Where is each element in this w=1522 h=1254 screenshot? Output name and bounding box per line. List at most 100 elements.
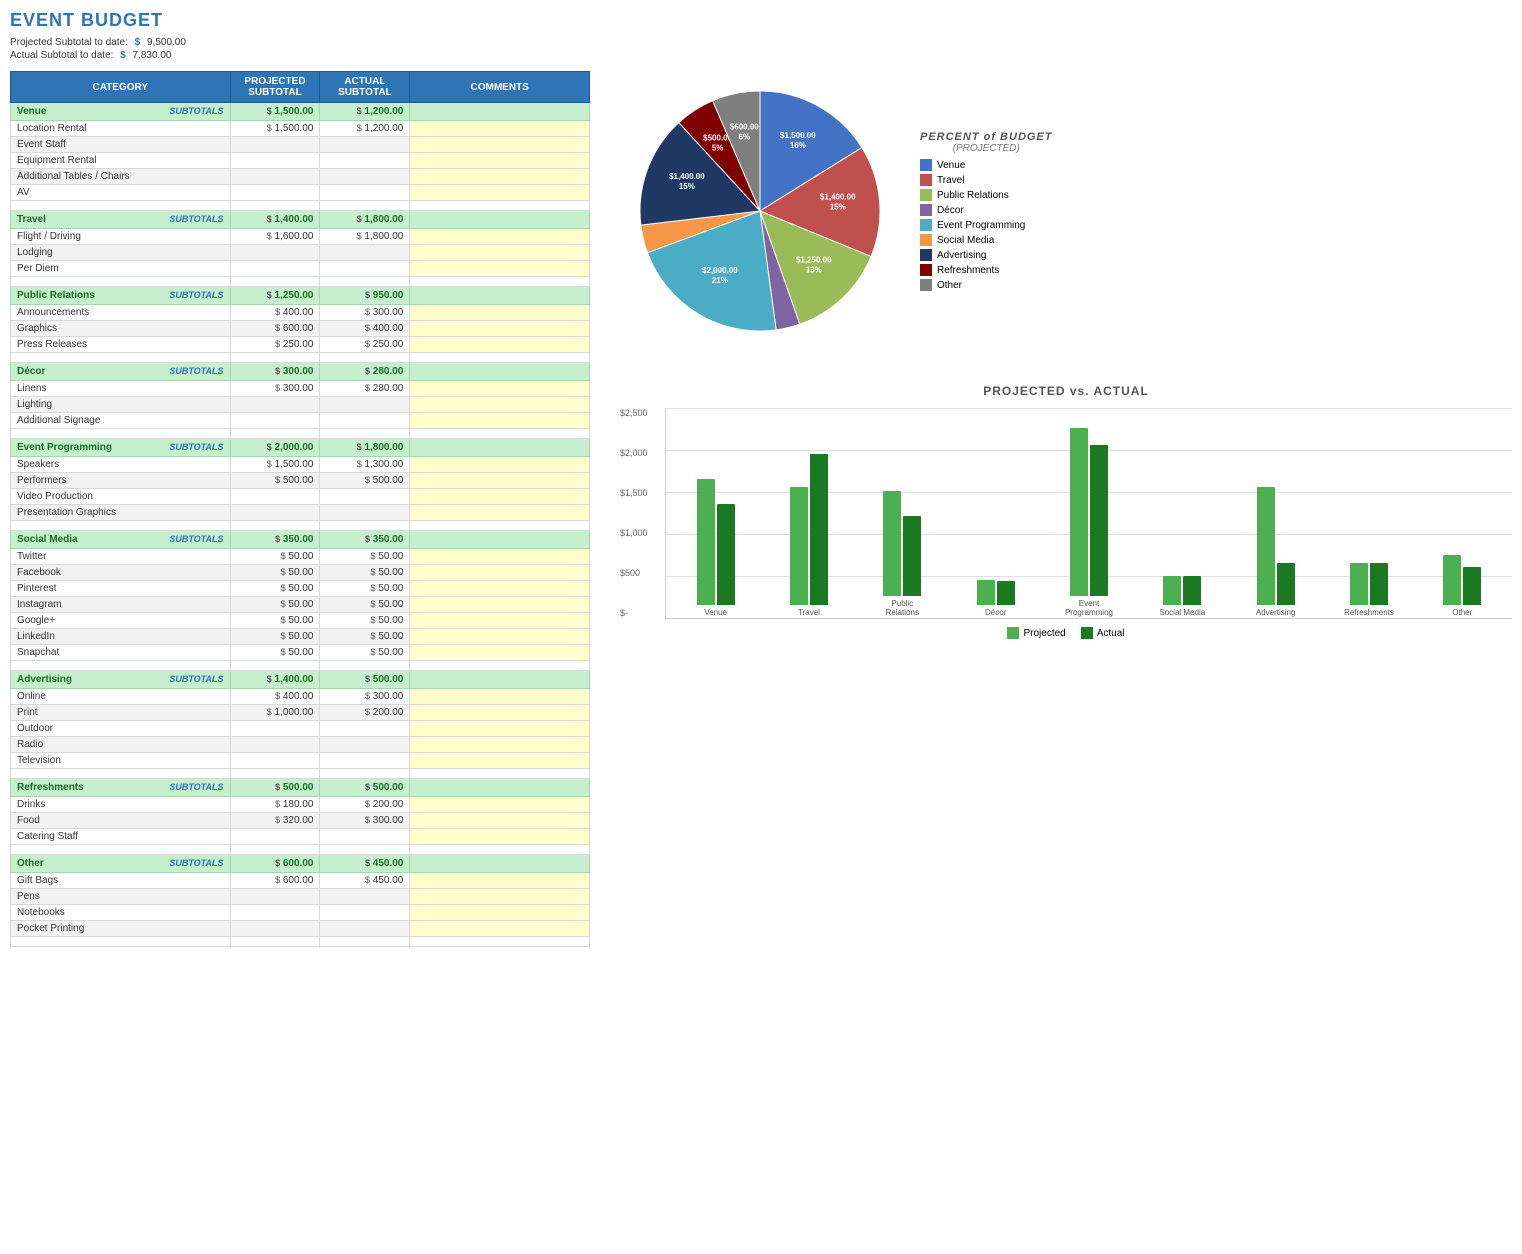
table-row: Pens: [11, 889, 590, 905]
actual-label: Actual Subtotal to date:: [10, 50, 113, 61]
projected-bar: [697, 479, 715, 605]
projected-label: Projected Subtotal to date:: [10, 37, 128, 48]
actual-bar: [1183, 576, 1201, 605]
projected-bar: [1163, 576, 1181, 605]
table-row: Print$ 1,000.00$ 200.00: [11, 705, 590, 721]
section-header-refreshments: Refreshments SUBTOTALS$ 500.00$ 500.00: [11, 779, 590, 797]
table-row: Notebooks: [11, 905, 590, 921]
empty-row: [11, 661, 590, 671]
charts-panel: $1,500.0016%$1,400.0015%$1,250.0013%$2,0…: [610, 71, 1512, 947]
section-header-venue: Venue SUBTOTALS$ 1,500.00$ 1,200.00: [11, 103, 590, 121]
section-header-other: Other SUBTOTALS$ 600.00$ 450.00: [11, 855, 590, 873]
projected-bar: [1257, 487, 1275, 605]
empty-row: [11, 769, 590, 779]
table-row: Speakers$ 1,500.00$ 1,300.00: [11, 457, 590, 473]
empty-row: [11, 277, 590, 287]
bar-group-label: Other: [1452, 608, 1472, 618]
legend-item-advertising: Advertising: [920, 249, 1053, 261]
bar-chart-bars: VenueTravelPublic RelationsDécorEvent Pr…: [666, 408, 1512, 618]
actual-bar: [903, 516, 921, 596]
projected-legend-label: Projected: [1023, 628, 1065, 639]
actual-bar: [1370, 563, 1388, 605]
bar-group-label: Public Relations: [875, 599, 930, 618]
page-title: EVENT BUDGET: [10, 10, 1512, 31]
bar-group-label: Event Programming: [1061, 599, 1116, 618]
section-header-social-media: Social Media SUBTOTALS$ 350.00$ 350.00: [11, 531, 590, 549]
bar-group-label: Refreshments: [1344, 608, 1394, 618]
actual-value: 7,830.00: [133, 50, 172, 61]
bar-group-décor: Décor: [951, 580, 1040, 618]
empty-row: [11, 937, 590, 947]
pie-chart-wrapper: $1,500.0016%$1,400.0015%$1,250.0013%$2,0…: [620, 71, 900, 354]
table-row: Location Rental$ 1,500.00$ 1,200.00: [11, 121, 590, 137]
legend-item-refreshments: Refreshments: [920, 264, 1053, 276]
bar-group-public-relations: Public Relations: [858, 491, 947, 618]
empty-row: [11, 521, 590, 531]
actual-subtotal: Actual Subtotal to date: $ 7,830.00: [10, 50, 1512, 61]
table-row: Lodging: [11, 245, 590, 261]
table-row: Equipment Rental: [11, 153, 590, 169]
table-row: Pinterest$ 50.00$ 50.00: [11, 581, 590, 597]
table-row: Presentation Graphics: [11, 505, 590, 521]
col-header-actual: ACTUAL SUBTOTAL: [320, 72, 410, 103]
projected-bar: [1350, 563, 1368, 605]
table-row: Gift Bags$ 600.00$ 450.00: [11, 873, 590, 889]
legend-item-social-media: Social Media: [920, 234, 1053, 246]
page-container: EVENT BUDGET Projected Subtotal to date:…: [10, 10, 1512, 947]
actual-bar: [1090, 445, 1108, 596]
section-header-décor: Décor SUBTOTALS$ 300.00$ 280.00: [11, 363, 590, 381]
bar-group-label: Travel: [798, 608, 820, 618]
projected-legend-color: [1007, 627, 1019, 639]
legend-item-travel: Travel: [920, 174, 1053, 186]
bar-group-label: Social Media: [1159, 608, 1205, 618]
legend-item-venue: Venue: [920, 159, 1053, 171]
actual-bar: [997, 581, 1015, 605]
bar-group-advertising: Advertising: [1231, 487, 1320, 618]
table-row: Per Diem: [11, 261, 590, 277]
table-row: Facebook$ 50.00$ 50.00: [11, 565, 590, 581]
empty-row: [11, 201, 590, 211]
projected-bar: [883, 491, 901, 596]
table-row: Instagram$ 50.00$ 50.00: [11, 597, 590, 613]
projected-bar: [790, 487, 808, 605]
actual-legend-label: Actual: [1097, 628, 1125, 639]
section-header-advertising: Advertising SUBTOTALS$ 1,400.00$ 500.00: [11, 671, 590, 689]
table-row: Snapchat$ 50.00$ 50.00: [11, 645, 590, 661]
table-row: Outdoor: [11, 721, 590, 737]
col-header-category: CATEGORY: [11, 72, 231, 103]
bar-group-label: Décor: [985, 608, 1006, 618]
projected-bar: [977, 580, 995, 605]
actual-bar: [810, 454, 828, 605]
bar-group-other: Other: [1418, 555, 1507, 618]
actual-legend-color: [1081, 627, 1093, 639]
table-row: Linens$ 300.00$ 280.00: [11, 381, 590, 397]
table-row: Radio: [11, 737, 590, 753]
table-row: Food$ 320.00$ 300.00: [11, 813, 590, 829]
empty-row: [11, 353, 590, 363]
table-row: Pocket Printing: [11, 921, 590, 937]
table-row: Television: [11, 753, 590, 769]
legend-item-event-programming: Event Programming: [920, 219, 1053, 231]
table-row: Performers$ 500.00$ 500.00: [11, 473, 590, 489]
table-row: Additional Signage: [11, 413, 590, 429]
col-header-projected: PROJECTED SUBTOTAL: [230, 72, 320, 103]
projected-subtotal: Projected Subtotal to date: $ 9,500.00: [10, 37, 1512, 48]
table-row: Online$ 400.00$ 300.00: [11, 689, 590, 705]
section-header-travel: Travel SUBTOTALS$ 1,400.00$ 1,800.00: [11, 211, 590, 229]
table-row: Google+$ 50.00$ 50.00: [11, 613, 590, 629]
bar-group-refreshments: Refreshments: [1324, 563, 1413, 618]
bar-chart-title: PROJECTED vs. ACTUAL: [620, 384, 1512, 398]
table-row: Additional Tables / Chairs: [11, 169, 590, 185]
actual-bar: [1463, 567, 1481, 605]
table-row: Event Staff: [11, 137, 590, 153]
projected-value: 9,500.00: [147, 37, 186, 48]
pie-legend: VenueTravelPublic RelationsDécorEvent Pr…: [920, 159, 1053, 291]
bar-group-event-programming: Event Programming: [1044, 428, 1133, 618]
projected-bar: [1070, 428, 1088, 596]
table-row: AV: [11, 185, 590, 201]
table-row: Drinks$ 180.00$ 200.00: [11, 797, 590, 813]
legend-item-décor: Décor: [920, 204, 1053, 216]
col-header-comments: COMMENTS: [410, 72, 590, 103]
section-header-public-relations: Public Relations SUBTOTALS$ 1,250.00$ 95…: [11, 287, 590, 305]
budget-table: CATEGORY PROJECTED SUBTOTAL ACTUAL SUBTO…: [10, 71, 590, 947]
